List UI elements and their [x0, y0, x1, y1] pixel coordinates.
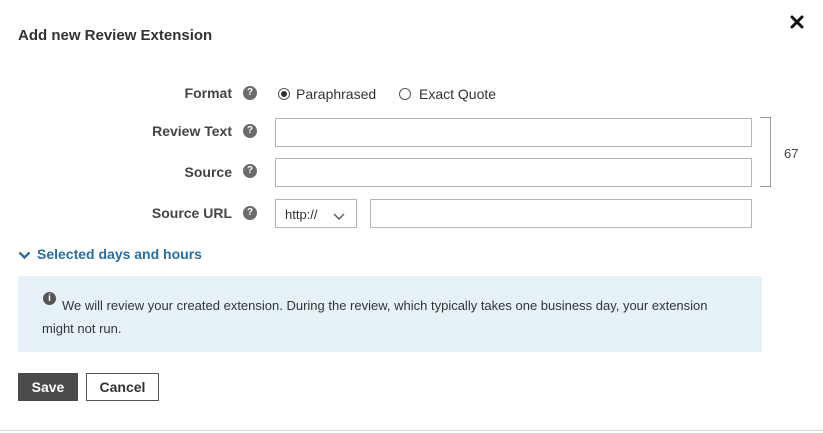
dialog-title: Add new Review Extension	[18, 27, 213, 44]
source-url-input[interactable]	[370, 199, 752, 228]
question-circle-icon[interactable]: ?	[243, 206, 257, 220]
save-button[interactable]: Save	[18, 373, 78, 401]
exact-quote-radio[interactable]	[399, 88, 411, 100]
paraphrased-radio-label[interactable]: Paraphrased	[296, 86, 376, 102]
dialog-bottom-divider	[0, 430, 823, 431]
character-count-bracket	[760, 117, 771, 187]
protocol-select[interactable]: http://	[275, 199, 357, 228]
add-review-extension-dialog: Add new Review Extension Format ? Paraph…	[0, 0, 823, 433]
close-icon[interactable]	[789, 14, 805, 30]
chevron-down-icon	[333, 209, 345, 224]
selected-days-hours-toggle[interactable]: Selected days and hours	[18, 246, 202, 263]
cancel-button[interactable]: Cancel	[86, 373, 159, 401]
question-circle-icon[interactable]: ?	[243, 86, 257, 100]
paraphrased-radio[interactable]	[278, 88, 290, 100]
source-label: Source	[184, 164, 232, 180]
review-text-label: Review Text	[152, 123, 232, 139]
format-label: Format	[184, 85, 232, 101]
source-url-label: Source URL	[151, 205, 232, 221]
review-info-text: We will review your created extension. D…	[42, 298, 708, 336]
review-text-input[interactable]	[275, 118, 752, 147]
selected-days-hours-label[interactable]: Selected days and hours	[37, 246, 202, 262]
chevron-down-icon	[18, 247, 31, 263]
characters-remaining: 67	[784, 146, 799, 161]
exact-quote-radio-label[interactable]: Exact Quote	[419, 86, 496, 102]
protocol-select-value: http://	[285, 207, 318, 222]
question-circle-icon[interactable]: ?	[243, 124, 257, 138]
review-info-banner: i We will review your created extension.…	[18, 276, 762, 352]
question-circle-icon[interactable]: ?	[243, 164, 257, 178]
source-input[interactable]	[275, 158, 752, 187]
